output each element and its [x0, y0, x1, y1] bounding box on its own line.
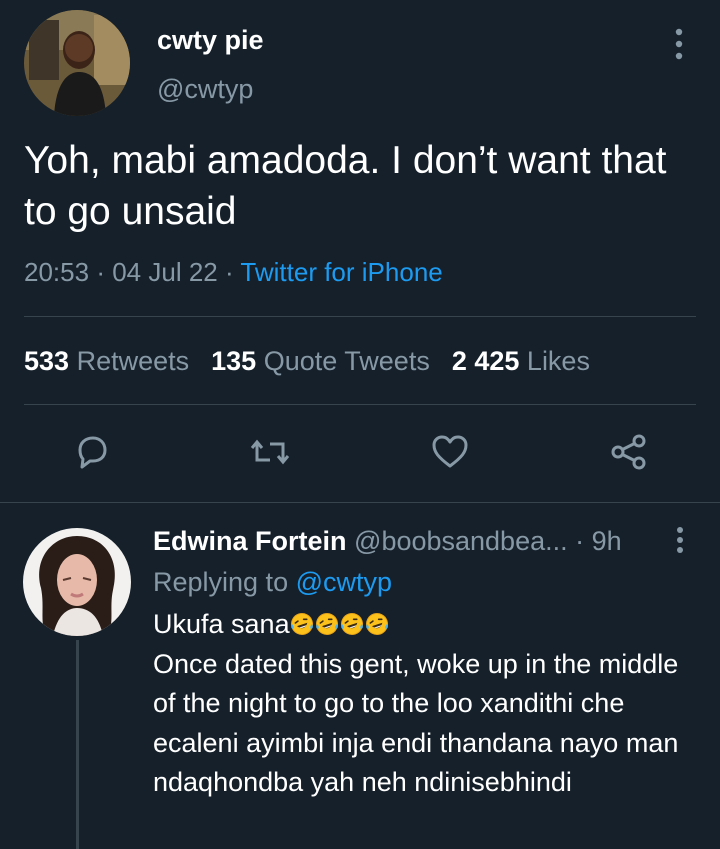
tweet-meta: 20:53 · 04 Jul 22 · Twitter for iPhone — [24, 255, 443, 289]
share-icon[interactable] — [607, 430, 651, 474]
author-handle[interactable]: @cwtyp — [157, 74, 253, 105]
meta-separator: · — [224, 257, 234, 287]
quotes-label: Quote Tweets — [263, 346, 430, 376]
reply-line1-text: Ukufa sana — [153, 609, 290, 639]
reply-author-name[interactable]: Edwina Fortein — [153, 526, 347, 556]
reply-icon[interactable] — [70, 430, 114, 474]
tweet-text: Yoh, mabi amadoda. I don’t want that to … — [24, 139, 667, 233]
tweet-date: 04 Jul 22 — [112, 257, 218, 287]
reply-author-avatar[interactable] — [23, 528, 131, 636]
retweet-icon[interactable] — [248, 430, 292, 474]
divider — [24, 404, 696, 405]
emoji-row — [290, 609, 390, 639]
replying-prefix: Replying to — [153, 567, 289, 597]
laughing-tears-emoji-icon — [290, 608, 314, 635]
reply-text: Ukufa sana Once dated this gent, woke up… — [153, 605, 693, 803]
likes-count: 2 425 — [451, 346, 520, 376]
reply-separator: · — [575, 526, 585, 556]
replying-to: Replying to @cwtyp — [153, 563, 392, 601]
author-name[interactable]: cwty pie — [157, 25, 264, 56]
likes-label: Likes — [526, 346, 590, 376]
quotes-count: 135 — [211, 346, 257, 376]
section-divider — [0, 502, 720, 503]
laughing-tears-emoji-icon — [365, 608, 389, 635]
thread-line — [76, 640, 79, 849]
tweet-stats: 533 Retweets 135 Quote Tweets 2 425 Likes — [24, 343, 590, 379]
reply-more-options-icon[interactable] — [668, 522, 692, 558]
laughing-tears-emoji-icon — [315, 608, 339, 635]
reply-header: Edwina Fortein @boobsandbea... · 9h — [153, 522, 622, 560]
laughing-tears-emoji-icon — [340, 608, 364, 635]
divider — [24, 316, 696, 317]
like-icon[interactable] — [428, 430, 472, 474]
more-options-icon[interactable] — [664, 24, 694, 64]
tweet-source-link[interactable]: Twitter for iPhone — [240, 257, 442, 287]
retweets-stat[interactable]: 533 Retweets — [24, 346, 189, 376]
retweets-count: 533 — [24, 346, 70, 376]
quotes-stat[interactable]: 135 Quote Tweets — [211, 346, 430, 376]
reply-age[interactable]: 9h — [592, 526, 622, 556]
reply-author-handle[interactable]: @boobsandbea... — [354, 526, 568, 556]
replying-handle-link[interactable]: @cwtyp — [296, 567, 392, 597]
likes-stat[interactable]: 2 425 Likes — [452, 346, 590, 376]
tweet-time: 20:53 — [24, 257, 90, 287]
reply-line1: Ukufa sana — [153, 605, 693, 645]
meta-separator: · — [96, 257, 105, 287]
author-avatar[interactable] — [24, 10, 130, 116]
retweets-label: Retweets — [76, 346, 190, 376]
tweet-actions — [0, 430, 720, 480]
reply-body-text: Once dated this gent, woke up in the mid… — [153, 648, 679, 798]
